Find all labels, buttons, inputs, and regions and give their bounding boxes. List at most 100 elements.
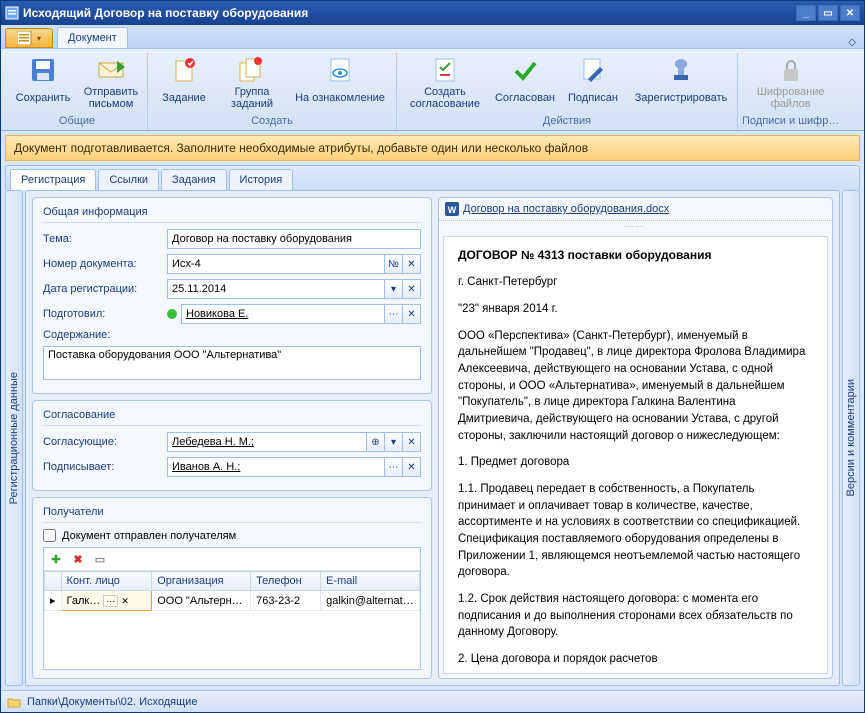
status-bar: Папки\Документы\02. Исходящие xyxy=(1,690,864,712)
author-label: Подготовил: xyxy=(43,308,161,320)
signer-input[interactable] xyxy=(167,457,385,477)
mail-icon xyxy=(95,56,127,84)
create-approval-button[interactable]: Создать согласование xyxy=(401,53,489,113)
sent-checkbox[interactable] xyxy=(43,529,56,542)
cell-phone[interactable]: 763-23-2 xyxy=(251,591,321,611)
ribbon: Сохранить Отправить письмом Общие Задани… xyxy=(1,49,864,131)
doc-title: ДОГОВОР № 4313 поставки оборудования xyxy=(458,247,813,264)
tab-registration[interactable]: Регистрация xyxy=(10,169,96,190)
col-contact[interactable]: Конт. лицо xyxy=(61,572,152,591)
regdate-picker-button[interactable]: ▾ xyxy=(385,279,403,299)
app-window: Исходящий Договор на поставку оборудован… xyxy=(0,0,865,713)
close-button[interactable]: ✕ xyxy=(840,5,860,21)
stamp-icon xyxy=(665,56,697,84)
approval-icon xyxy=(429,56,461,84)
cell-contact[interactable]: Галк… ⋯ ✕ xyxy=(61,591,152,611)
content-textarea[interactable]: Поставка оборудования ООО "Альтернатива" xyxy=(43,346,421,380)
signer-browse-button[interactable]: ⋯ xyxy=(385,457,403,477)
author-clear-button[interactable]: ✕ xyxy=(403,304,421,324)
panel-approval: Согласование Согласующие: ⊕ ▾ ✕ Подпис xyxy=(32,400,432,491)
send-mail-button[interactable]: Отправить письмом xyxy=(79,53,143,113)
doc-p3: 1.2. Срок действия настоящего договора: … xyxy=(458,591,813,641)
taskgroup-button[interactable]: Группа заданий xyxy=(220,53,284,113)
window-title: Исходящий Договор на поставку оборудован… xyxy=(19,6,794,20)
ribbon-tabstrip: ▾ Документ ◇ xyxy=(1,25,864,49)
sent-label: Документ отправлен получателям xyxy=(62,530,236,542)
docnum-generate-button[interactable]: № xyxy=(385,254,403,274)
save-button[interactable]: Сохранить xyxy=(11,53,75,113)
signed-button[interactable]: Подписан xyxy=(561,53,625,113)
grid-delete-button[interactable]: ✖ xyxy=(70,551,86,567)
ribbon-group-create: Задание Группа заданий На ознакомление С… xyxy=(148,53,397,130)
ribbon-group-common: Сохранить Отправить письмом Общие xyxy=(7,53,148,130)
theme-input[interactable] xyxy=(167,229,421,249)
regdate-clear-button[interactable]: ✕ xyxy=(403,279,421,299)
side-tab-left[interactable]: Регистрационные данные xyxy=(5,190,23,686)
doc-s1: 1. Предмет договора xyxy=(458,454,813,471)
task-icon xyxy=(168,56,200,84)
tab-history[interactable]: История xyxy=(229,169,294,190)
docnum-clear-button[interactable]: ✕ xyxy=(403,254,421,274)
titlebar: Исходящий Договор на поставку оборудован… xyxy=(1,1,864,25)
theme-label: Тема: xyxy=(43,233,161,245)
cell-email[interactable]: galkin@alternativa.co xyxy=(321,591,420,611)
approvers-input[interactable] xyxy=(167,432,367,452)
col-email[interactable]: E-mail xyxy=(321,572,420,591)
splitter[interactable]: ⋯⋯ xyxy=(439,221,832,232)
doc-p2: 1.1. Продавец передает в собственность, … xyxy=(458,481,813,581)
save-icon xyxy=(27,56,59,84)
cell-org[interactable]: ООО "Альтерн… xyxy=(152,591,251,611)
row-indicator: ▸ xyxy=(45,591,62,611)
doc-date: "23" января 2014 г. xyxy=(458,301,813,318)
regdate-input[interactable] xyxy=(167,279,385,299)
encrypt-button[interactable]: Шифрование файлов xyxy=(747,53,835,113)
left-column: Общая информация Тема: Номер документа: … xyxy=(32,197,432,679)
ribbon-group-sign: Шифрование файлов Подписи и шифр… xyxy=(738,53,843,130)
minimize-button[interactable]: _ xyxy=(796,5,816,21)
ribbon-tab-document[interactable]: Документ xyxy=(57,27,128,48)
approvers-clear-button[interactable]: ✕ xyxy=(403,432,421,452)
word-icon: W xyxy=(445,202,459,216)
app-menu-button[interactable]: ▾ xyxy=(5,28,53,48)
author-browse-button[interactable]: ⋯ xyxy=(385,304,403,324)
main-panel: Общая информация Тема: Номер документа: … xyxy=(25,190,840,686)
approvers-dropdown-button[interactable]: ⊕ xyxy=(367,432,385,452)
content-area: Регистрационные данные Общая информация … xyxy=(1,190,864,690)
tab-links[interactable]: Ссылки xyxy=(98,169,159,190)
doc-city: г. Санкт-Петербург xyxy=(458,274,813,291)
ribbon-group-actions: Создать согласование Согласован Подписан… xyxy=(397,53,738,130)
docnum-label: Номер документа: xyxy=(43,258,161,270)
tab-tasks[interactable]: Задания xyxy=(161,169,226,190)
app-icon xyxy=(5,6,19,20)
docnum-input[interactable] xyxy=(167,254,385,274)
register-button[interactable]: Зарегистрировать xyxy=(629,53,733,113)
preview-column: W Договор на поставку оборудования.docx … xyxy=(438,197,833,679)
approvers-menu-button[interactable]: ▾ xyxy=(385,432,403,452)
status-path: Папки\Документы\02. Исходящие xyxy=(27,696,197,708)
task-button[interactable]: Задание xyxy=(152,53,216,113)
col-phone[interactable]: Телефон xyxy=(251,572,321,591)
approved-button[interactable]: Согласован xyxy=(493,53,557,113)
ribbon-collapse-button[interactable]: ◇ xyxy=(848,37,856,48)
lock-icon xyxy=(775,56,807,84)
svg-text:W: W xyxy=(448,205,457,215)
presence-indicator xyxy=(167,309,177,319)
col-org[interactable]: Организация xyxy=(152,572,251,591)
author-input[interactable] xyxy=(181,304,385,324)
approvers-label: Согласующие: xyxy=(43,436,161,448)
side-tab-right[interactable]: Версии и комментарии xyxy=(842,190,860,686)
content-label: Содержание: xyxy=(43,329,161,341)
grid-edit-button[interactable]: ▭ xyxy=(92,551,108,567)
signer-clear-button[interactable]: ✕ xyxy=(403,457,421,477)
table-row[interactable]: ▸ Галк… ⋯ ✕ ООО "Альтерн… 763-23-2 galki… xyxy=(45,591,420,611)
review-button[interactable]: На ознакомление xyxy=(288,53,392,113)
file-link[interactable]: W Договор на поставку оборудования.docx xyxy=(439,198,832,221)
check-icon xyxy=(509,56,541,84)
maximize-button[interactable]: ▭ xyxy=(818,5,838,21)
grid-add-button[interactable]: ✚ xyxy=(48,551,64,567)
pen-icon xyxy=(577,56,609,84)
signer-label: Подписывает: xyxy=(43,461,161,473)
document-preview[interactable]: ДОГОВОР № 4313 поставки оборудования г. … xyxy=(443,236,828,674)
panel-general: Общая информация Тема: Номер документа: … xyxy=(32,197,432,394)
info-bar: Документ подготавливается. Заполните нео… xyxy=(5,135,860,161)
